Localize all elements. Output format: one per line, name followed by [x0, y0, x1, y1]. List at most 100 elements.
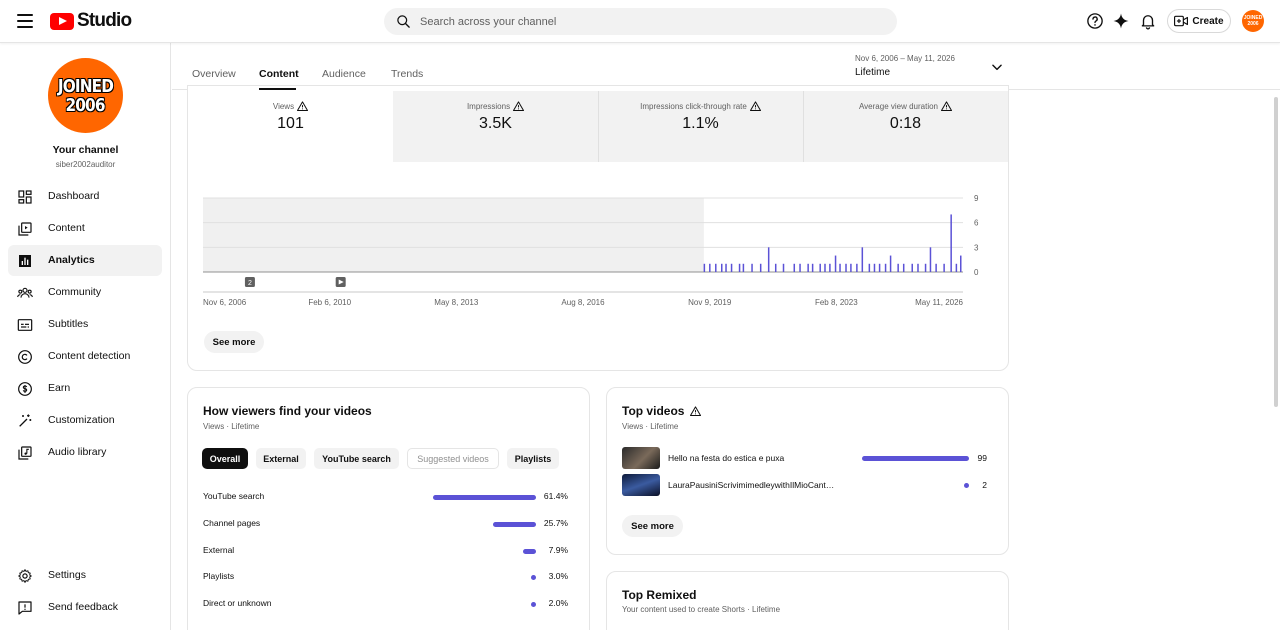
traffic-source-percent: 3.0%: [548, 571, 568, 581]
top-video-row[interactable]: LauraPausiniScrivimimedleywithIlMioCant……: [622, 474, 992, 496]
sparkle-icon[interactable]: [1112, 12, 1130, 30]
chart-bar: [889, 255, 892, 272]
warning-icon[interactable]: [941, 101, 952, 111]
chart-bar: [703, 263, 706, 272]
sidebar-item-community[interactable]: Community: [8, 277, 162, 308]
help-icon[interactable]: [1086, 12, 1104, 30]
traffic-source-bar: [522, 549, 536, 554]
chip-playlists[interactable]: Playlists: [507, 448, 559, 469]
traffic-source-name: Playlists: [203, 571, 235, 581]
chart-bar: [897, 263, 899, 272]
gear-icon: [18, 569, 32, 583]
traffic-source-row[interactable]: Playlists 3.0%: [203, 571, 573, 585]
chart-bar: [839, 263, 841, 272]
studio-logo[interactable]: Studio: [50, 10, 132, 32]
traffic-source-percent: 7.9%: [548, 545, 568, 555]
chart-bar: [811, 263, 814, 272]
logo-text: Studio: [77, 10, 132, 31]
analytics-icon: [19, 255, 31, 267]
chart-bar: [793, 263, 796, 272]
channel-avatar[interactable]: JOINED 2006: [48, 58, 123, 133]
sidebar-item-label: Settings: [48, 569, 86, 581]
metric-impressions[interactable]: Impressions 3.5K: [393, 91, 598, 162]
search-bar[interactable]: [384, 8, 897, 35]
sidebar-item-subtitles[interactable]: Subtitles: [8, 309, 162, 340]
chart-bar: [884, 263, 887, 272]
sidebar-item-earn[interactable]: Earn: [8, 373, 162, 404]
sidebar-item-content-detection[interactable]: Content detection: [8, 341, 162, 372]
traffic-source-bar: [531, 602, 536, 607]
traffic-sources-title: How viewers find your videos: [203, 404, 372, 418]
chart-shaded-region: [203, 198, 704, 272]
sidebar-item-settings[interactable]: Settings: [8, 560, 162, 591]
traffic-source-row[interactable]: Channel pages 25.7%: [203, 518, 573, 532]
traffic-source-percent: 2.0%: [548, 598, 568, 608]
tab-trends[interactable]: Trends: [391, 68, 423, 80]
warning-icon[interactable]: [513, 101, 525, 111]
chevron-down-icon[interactable]: [990, 60, 1004, 74]
video-title[interactable]: LauraPausiniScrivimimedleywithIlMioCant…: [668, 480, 840, 490]
chart-bar: [929, 247, 932, 272]
sidebar-item-send-feedback[interactable]: Send feedback: [8, 592, 162, 623]
video-views: 2: [982, 480, 987, 490]
warning-icon[interactable]: [749, 101, 761, 111]
feedback-icon: [18, 601, 32, 615]
date-range-text[interactable]: Nov 6, 2006 – May 11, 2026: [855, 54, 955, 63]
chart-bar: [767, 247, 770, 272]
chart-bar: [725, 263, 727, 272]
sidebar-item-customization[interactable]: Customization: [8, 405, 162, 436]
sidebar-item-audio-library[interactable]: Audio library: [8, 437, 162, 468]
chart-bar: [709, 263, 711, 272]
sidebar-item-label: Subtitles: [48, 318, 89, 330]
tab-audience[interactable]: Audience: [322, 68, 366, 80]
video-thumbnail[interactable]: [622, 474, 660, 496]
chart-bar: [807, 263, 809, 272]
metric-impressions-ctr[interactable]: Impressions click-through rate 1.1%: [598, 91, 803, 162]
views-chart: 9 6 3 0 2 Nov 6, 2006 Feb 6, 2010 May 8, 2013 Au…: [203, 194, 979, 307]
sidebar-item-dashboard[interactable]: Dashboard: [8, 181, 162, 212]
traffic-source-bar: [433, 495, 536, 500]
chart-bar: [943, 263, 945, 272]
tab-content[interactable]: Content: [259, 68, 299, 80]
top-videos-see-more-button[interactable]: See more: [622, 515, 683, 537]
chip-external[interactable]: External: [256, 448, 306, 469]
page-scrollbar[interactable]: [1274, 97, 1278, 407]
metric-divider: [803, 91, 804, 162]
chart-bar: [742, 263, 745, 272]
chip-overall[interactable]: Overall: [202, 448, 248, 469]
metric-views[interactable]: Views 101: [188, 91, 393, 162]
avatar-text-line2: 2006: [65, 94, 106, 116]
see-more-button[interactable]: See more: [204, 331, 264, 353]
video-title[interactable]: Hello na festa do estica e puxa: [668, 453, 840, 463]
traffic-source-row[interactable]: YouTube search 61.4%: [203, 491, 573, 505]
date-period-text[interactable]: Lifetime: [855, 67, 890, 78]
chart-bar: [819, 263, 821, 272]
notifications-icon[interactable]: [1139, 12, 1157, 30]
chart-bar: [774, 263, 777, 272]
chart-bar: [730, 263, 733, 272]
metric-average-view-duration[interactable]: Average view duration 0:18: [803, 91, 1008, 162]
warning-icon[interactable]: [690, 406, 702, 417]
chart-bar: [902, 263, 905, 272]
chip-youtube-search[interactable]: YouTube search: [314, 448, 399, 469]
search-input[interactable]: [420, 12, 880, 31]
chart-y-tick-label: 0: [974, 268, 979, 277]
chart-x-tick-label: Aug 8, 2016: [561, 298, 605, 307]
chart-bar: [950, 214, 952, 272]
create-label: Create: [1192, 15, 1224, 27]
warning-icon[interactable]: [297, 101, 309, 111]
traffic-source-row[interactable]: External 7.9%: [203, 545, 573, 559]
menu-icon[interactable]: [17, 14, 33, 28]
search-icon[interactable]: [396, 14, 411, 29]
chart-bar: [960, 255, 962, 272]
video-thumbnail[interactable]: [622, 447, 660, 469]
traffic-source-row[interactable]: Direct or unknown 2.0%: [203, 598, 573, 612]
content-icon: [18, 222, 32, 236]
sidebar-item-content[interactable]: Content: [8, 213, 162, 244]
top-video-row[interactable]: Hello na festa do estica e puxa 99: [622, 447, 992, 469]
traffic-source-name: Channel pages: [203, 518, 261, 528]
create-button[interactable]: Create: [1167, 9, 1231, 33]
account-avatar[interactable]: JOINED 2006: [1242, 10, 1264, 32]
tab-overview[interactable]: Overview: [192, 68, 236, 80]
sidebar-item-analytics[interactable]: Analytics: [8, 245, 162, 276]
